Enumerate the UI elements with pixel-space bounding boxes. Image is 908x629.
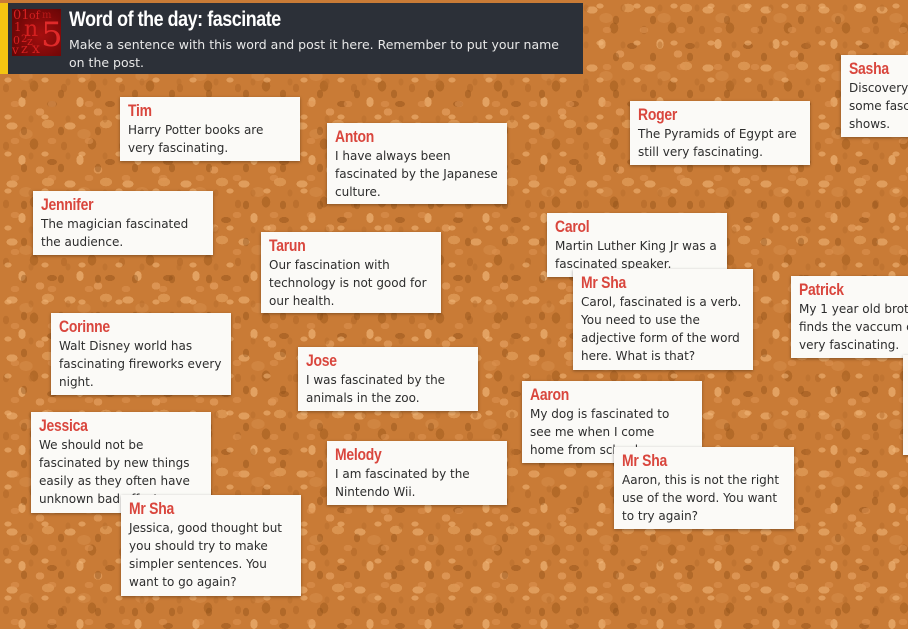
numbers-collage-icon: 01 of m 1 n 5 0 2 z v z x <box>12 9 61 56</box>
post-card[interactable]: Patrick My 1 year old brotherfinds the v… <box>791 276 908 358</box>
post-card[interactable]: Carol Martin Luther King Jr was a fascin… <box>547 213 727 277</box>
post-author: Sasha <box>849 59 889 78</box>
post-card[interactable]: Jose I was fascinated by the animals in … <box>298 347 478 411</box>
post-text: Harry Potter books are very fascinating. <box>128 123 264 155</box>
teacher-reply-card[interactable]: Mr Sha Aaron, this is not the right use … <box>614 447 794 529</box>
post-text: I am fascinated by the Nintendo Wii. <box>335 467 470 499</box>
post-author: Corinne <box>59 317 110 336</box>
post-author: Patrick <box>799 280 844 299</box>
post-card[interactable]: Melody I am fascinated by the Nintendo W… <box>327 441 507 505</box>
post-card[interactable]: Jennifer The magician fascinated the aud… <box>33 191 213 255</box>
post-text: Martin Luther King Jr was a fascinated s… <box>555 239 717 271</box>
board-description: Make a sentence with this word and post … <box>69 37 559 70</box>
post-author: Roger <box>638 105 678 124</box>
post-card[interactable] <box>903 355 908 455</box>
board-title: Word of the day: fascinate <box>69 8 281 31</box>
board-header: 01 of m 1 n 5 0 2 z v z x Word of the da… <box>0 3 583 74</box>
post-author: Mr Sha <box>581 273 627 292</box>
post-text: Walt Disney world has fascinating firewo… <box>59 339 222 389</box>
post-author: Jennifer <box>41 195 94 214</box>
post-author: Anton <box>335 127 375 146</box>
post-text: I have always been fascinated by the Jap… <box>335 149 498 199</box>
post-text: Carol, fascinated is a verb. You need to… <box>581 295 742 363</box>
post-author: Aaron <box>530 385 570 404</box>
post-card[interactable]: Tarun Our fascination with technology is… <box>261 232 441 313</box>
post-author: Melody <box>335 445 382 464</box>
post-card[interactable]: Tim Harry Potter books are very fascinat… <box>120 97 300 161</box>
post-text: Jessica, good thought but you should try… <box>129 521 282 589</box>
post-author: Mr Sha <box>129 499 175 518</box>
post-text: Our fascination with technology is not g… <box>269 258 427 308</box>
post-text: Aaron, this is not the right use of the … <box>622 473 780 523</box>
post-text: Discovery channel hassome fascinatingsho… <box>849 81 908 131</box>
post-author: Carol <box>555 217 590 236</box>
post-text: My 1 year old brotherfinds the vaccum cl… <box>799 302 908 352</box>
post-card[interactable]: Sasha Discovery channel hassome fascinat… <box>841 55 908 137</box>
post-text: The magician fascinated the audience. <box>41 217 189 249</box>
post-card[interactable]: Corinne Walt Disney world has fascinatin… <box>51 313 231 395</box>
teacher-reply-card[interactable]: Mr Sha Carol, fascinated is a verb. You … <box>573 269 753 370</box>
post-author: Jose <box>306 351 337 370</box>
post-author: Tarun <box>269 236 306 255</box>
post-text: The Pyramids of Egypt are still very fas… <box>638 127 797 159</box>
post-card[interactable]: Roger The Pyramids of Egypt are still ve… <box>630 101 810 165</box>
post-author: Jessica <box>39 416 88 435</box>
post-author: Tim <box>128 101 152 120</box>
post-card[interactable]: Anton I have always been fascinated by t… <box>327 123 507 204</box>
post-author: Mr Sha <box>622 451 668 470</box>
post-text: I was fascinated by the animals in the z… <box>306 373 446 405</box>
teacher-reply-card[interactable]: Mr Sha Jessica, good thought but you sho… <box>121 495 301 596</box>
